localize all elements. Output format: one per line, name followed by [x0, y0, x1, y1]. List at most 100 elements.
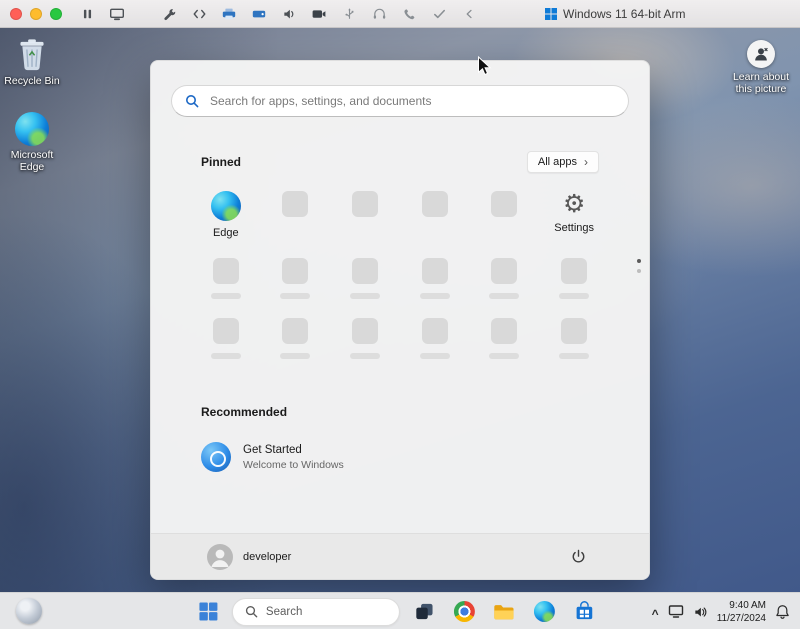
placeholder-app-icon [352, 318, 378, 344]
placeholder-label-bar [559, 353, 589, 359]
pinned-placeholder-tile[interactable] [470, 256, 540, 299]
user-profile-button[interactable]: developer [207, 544, 291, 570]
vm-window: Windows 11 64-bit Arm Recycle Bin Micros… [0, 0, 800, 629]
desktop-icon-learn-about-picture[interactable]: Learn about this picture [729, 40, 793, 95]
task-view-button[interactable] [408, 597, 440, 627]
edge-icon [211, 191, 241, 221]
sound-icon[interactable] [280, 5, 298, 23]
pinned-placeholder-tile[interactable] [470, 189, 540, 239]
snapshot-icon[interactable] [108, 5, 126, 23]
user-name-label: developer [243, 551, 291, 563]
windows-logo-icon [545, 8, 557, 20]
power-button[interactable] [563, 542, 593, 572]
printer-icon[interactable] [220, 5, 238, 23]
start-search-box[interactable] [171, 85, 629, 117]
check-sync-icon[interactable] [430, 5, 448, 23]
volume-button[interactable] [693, 605, 708, 619]
task-view-icon [413, 601, 434, 622]
placeholder-app-icon [213, 318, 239, 344]
pinned-placeholder-tile[interactable] [400, 316, 470, 359]
placeholder-app-icon [422, 318, 448, 344]
pinned-placeholder-tile[interactable] [191, 316, 261, 359]
pinned-app-settings[interactable]: ⚙ Settings [539, 189, 609, 239]
placeholder-app-icon [213, 258, 239, 284]
desktop-icon-recycle-bin[interactable]: Recycle Bin [0, 36, 64, 87]
headset-icon[interactable] [370, 5, 388, 23]
placeholder-app-icon [282, 258, 308, 284]
pinned-section-header: Pinned [201, 155, 241, 169]
pinned-placeholder-tile[interactable] [539, 316, 609, 359]
file-explorer-button[interactable] [488, 597, 520, 627]
notifications-button[interactable] [775, 604, 790, 620]
pinned-page-indicator[interactable] [637, 259, 641, 273]
camera-icon[interactable] [310, 5, 328, 23]
pinned-app-edge[interactable]: Edge [191, 189, 261, 239]
copilot-browser-button[interactable] [448, 597, 480, 627]
search-icon [245, 605, 258, 618]
pause-vm-icon[interactable] [78, 5, 96, 23]
widgets-icon[interactable] [16, 598, 42, 624]
zoom-window-button[interactable] [50, 8, 62, 20]
start-search-input[interactable] [208, 93, 615, 109]
pinned-placeholder-tile[interactable] [261, 256, 331, 299]
placeholder-label-bar [489, 353, 519, 359]
pinned-placeholder-tile[interactable] [539, 256, 609, 299]
folder-icon [493, 602, 515, 622]
taskbar-search-box[interactable]: Search [232, 598, 400, 626]
back-chevron-icon[interactable] [460, 5, 478, 23]
pinned-placeholder-tile[interactable] [330, 316, 400, 359]
window-title-text: Windows 11 64-bit Arm [563, 7, 686, 21]
all-apps-button[interactable]: All apps › [527, 151, 599, 173]
placeholder-label-bar [489, 293, 519, 299]
desktop-icon-label: Microsoft Edge [0, 149, 64, 173]
taskbar-clock[interactable]: 9:40 AM 11/27/2024 [717, 599, 766, 625]
recommended-item-get-started[interactable]: Get Started Welcome to Windows [197, 438, 603, 476]
pinned-placeholder-tile[interactable] [330, 256, 400, 299]
placeholder-app-icon [422, 258, 448, 284]
usb-icon[interactable] [340, 5, 358, 23]
placeholder-app-icon [282, 191, 308, 217]
taskbar-center-group: Search [192, 593, 600, 629]
pinned-placeholder-tile[interactable] [400, 256, 470, 299]
page-dot[interactable] [637, 269, 641, 273]
desktop-icon-label: Learn about this picture [729, 71, 793, 95]
desktop-icon-label: Recycle Bin [4, 75, 59, 87]
minimize-window-button[interactable] [30, 8, 42, 20]
phone-icon[interactable] [400, 5, 418, 23]
microsoft-store-button[interactable] [568, 597, 600, 627]
user-avatar [207, 544, 233, 570]
search-icon [185, 94, 199, 108]
system-tray: ^ 9:40 AM 11/27/2024 [652, 593, 790, 629]
disk-drive-icon[interactable] [250, 5, 268, 23]
pinned-app-label: Settings [554, 222, 594, 234]
placeholder-label-bar [350, 353, 380, 359]
pinned-placeholder-tile[interactable] [191, 256, 261, 299]
vm-toolbar [78, 5, 478, 23]
start-button[interactable] [192, 597, 224, 627]
macos-titlebar: Windows 11 64-bit Arm [0, 0, 800, 28]
window-title: Windows 11 64-bit Arm [545, 0, 686, 28]
close-window-button[interactable] [10, 8, 22, 20]
pinned-placeholder-tile[interactable] [400, 189, 470, 239]
edge-icon [15, 112, 49, 146]
start-menu-footer: developer [151, 533, 649, 579]
network-button[interactable] [668, 604, 684, 619]
edge-icon [533, 601, 554, 622]
code-console-icon[interactable] [190, 5, 208, 23]
pinned-placeholder-tile[interactable] [261, 189, 331, 239]
edge-button[interactable] [528, 597, 560, 627]
desktop-icon-microsoft-edge[interactable]: Microsoft Edge [0, 112, 64, 173]
recycle-bin-icon [15, 36, 49, 72]
pinned-placeholder-tile[interactable] [330, 189, 400, 239]
tray-overflow-chevron-icon[interactable]: ^ [652, 607, 659, 621]
settings-gear-icon: ⚙ [563, 191, 585, 216]
volume-icon [693, 605, 708, 619]
page-dot-active[interactable] [637, 259, 641, 263]
start-menu: Pinned All apps › Edge ⚙ Settings [150, 60, 650, 580]
tools-wrench-icon[interactable] [160, 5, 178, 23]
windows-desktop[interactable]: Recycle Bin Microsoft Edge Learn about t… [0, 28, 800, 592]
pinned-placeholder-tile[interactable] [470, 316, 540, 359]
placeholder-app-icon [352, 191, 378, 217]
pinned-placeholder-tile[interactable] [261, 316, 331, 359]
windows-taskbar: Search ^ [0, 592, 800, 629]
